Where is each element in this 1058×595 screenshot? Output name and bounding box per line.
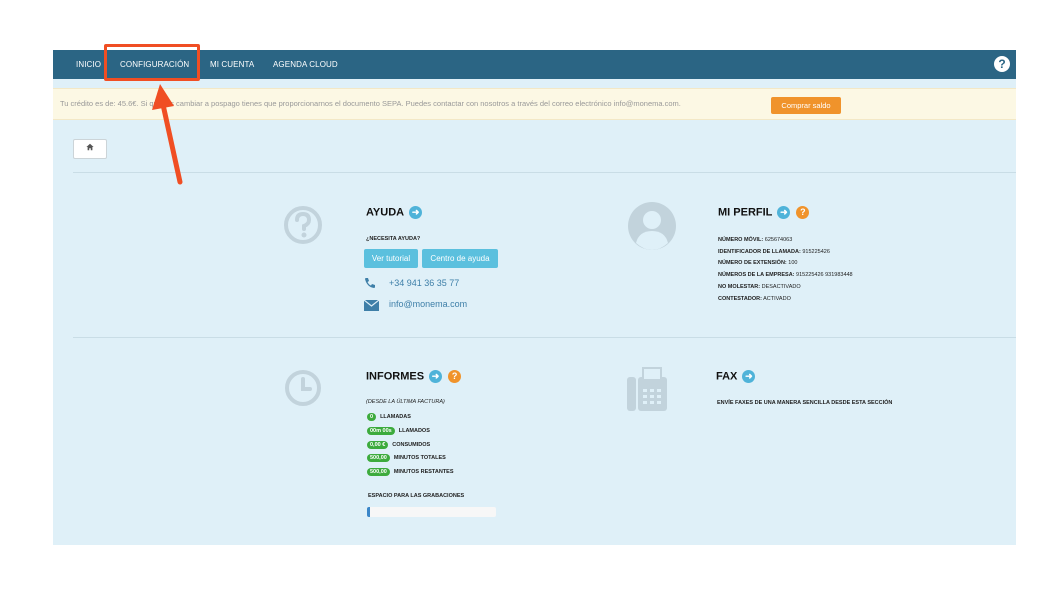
arrow-right-icon[interactable]: ➜ [742, 370, 756, 383]
informes-title: INFORMES ➜? [366, 370, 462, 383]
nav-agenda-cloud[interactable]: AGENDA CLOUD [273, 50, 338, 79]
question-icon[interactable]: ? [448, 370, 462, 383]
stat-row: 0,00 € CONSUMIDOS [367, 441, 430, 449]
storage-label: ESPACIO PARA LAS GRABACIONES [368, 493, 465, 499]
home-button[interactable] [73, 139, 107, 159]
nav-inicio[interactable]: INICIO [76, 50, 101, 79]
stat-row: 0 LLAMADAS [367, 413, 411, 421]
annotation-arrow-icon [152, 84, 183, 185]
perfil-line: NÚMEROS DE LA EMPRESA: 915225426 9319834… [718, 272, 853, 278]
stat-row: 500,00 MINUTOS RESTANTES [367, 468, 454, 476]
arrow-right-icon[interactable]: ➜ [409, 206, 423, 219]
fax-title-text: FAX [716, 370, 738, 383]
perfil-line: IDENTIFICADOR DE LLAMADA: 915225426 [718, 249, 830, 255]
tutorial-button[interactable]: Ver tutorial [364, 249, 418, 268]
email-link[interactable]: info@monema.com [389, 299, 467, 309]
app-container: INICIO CONFIGURACIÓN MI CUENTA AGENDA CL… [53, 50, 1016, 545]
highlight-box [104, 44, 200, 81]
question-icon[interactable]: ? [796, 206, 810, 219]
home-icon [86, 143, 94, 153]
envelope-icon [363, 298, 380, 316]
fax-title: FAX ➜ [716, 370, 756, 383]
fax-description: ENVÍE FAXES DE UNA MANERA SENCILLA DESDE… [717, 400, 893, 406]
credit-notice: Tu crédito es de: 45.6€. Si quieres camb… [53, 88, 1016, 120]
nav-mi-cuenta[interactable]: MI CUENTA [210, 50, 254, 79]
storage-progress-fill [367, 507, 370, 517]
perfil-title: MI PERFIL ➜? [718, 206, 810, 219]
ayuda-title-text: AYUDA [366, 206, 405, 219]
perfil-line: NÚMERO MÓVIL: 625674063 [718, 237, 793, 243]
informes-subtitle: (DESDE LA ÚLTIMA FACTURA) [366, 399, 445, 405]
perfil-line: NÚMERO DE EXTENSIÓN: 100 [718, 260, 798, 266]
help-center-button[interactable]: Centro de ayuda [422, 249, 498, 268]
question-circle-icon [283, 205, 323, 245]
arrow-right-icon[interactable]: ➜ [777, 206, 791, 219]
stat-row: 500,00 MINUTOS TOTALES [367, 454, 446, 462]
ayuda-subtitle: ¿NECESITA AYUDA? [366, 236, 421, 242]
clock-icon [283, 368, 323, 408]
help-icon[interactable]: ? [994, 56, 1010, 72]
perfil-line: CONTESTADOR: ACTIVADO [718, 296, 791, 302]
user-icon [627, 201, 677, 251]
storage-progress [367, 507, 496, 517]
perfil-title-text: MI PERFIL [718, 206, 773, 219]
fax-icon [627, 367, 667, 413]
buy-credit-button[interactable]: Comprar saldo [771, 97, 841, 114]
ayuda-title: AYUDA ➜ [366, 206, 423, 219]
arrow-right-icon[interactable]: ➜ [429, 370, 443, 383]
phone-icon [364, 276, 376, 294]
divider [73, 337, 1016, 338]
stat-row: 00m 00s LLAMADOS [367, 427, 430, 435]
informes-title-text: INFORMES [366, 370, 425, 383]
perfil-line: NO MOLESTAR: DESACTIVADO [718, 284, 801, 290]
divider [73, 172, 1016, 173]
phone-number[interactable]: +34 941 36 35 77 [389, 278, 459, 288]
